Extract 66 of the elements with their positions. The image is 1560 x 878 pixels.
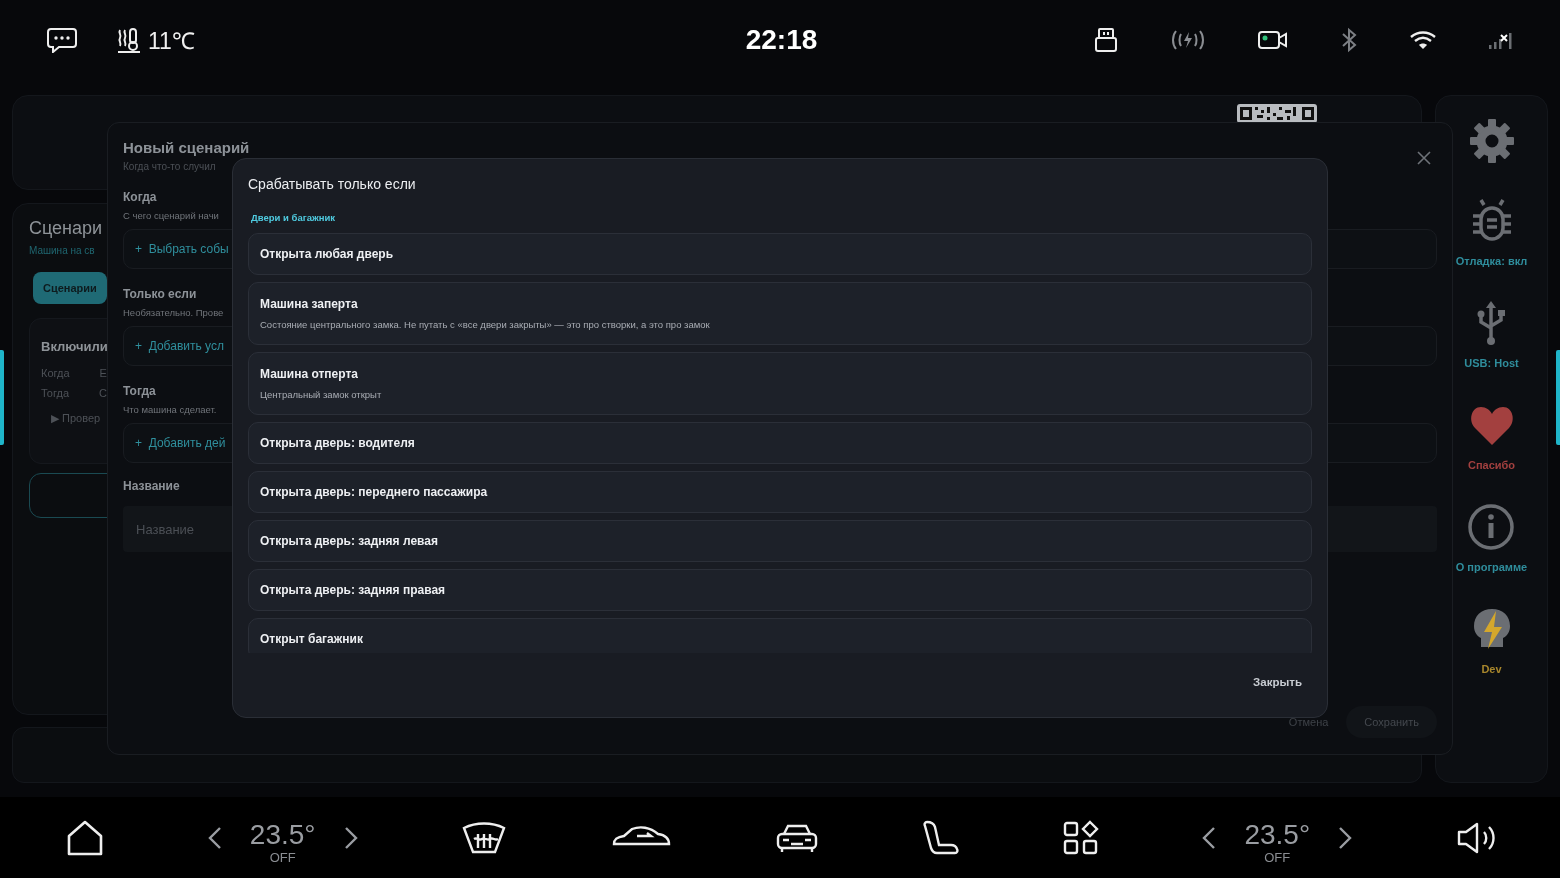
wifi-icon xyxy=(1410,30,1436,50)
condition-option[interactable]: Машина заперта Состояние центрального замка. Не путать с «все двери закрыты» — это про створки, а это про замок xyxy=(248,282,1312,345)
chat-icon[interactable] xyxy=(47,27,77,53)
condition-option[interactable]: Открыта дверь: водителя xyxy=(248,422,1312,464)
climate-mode: OFF xyxy=(269,850,296,865)
wireless-charging-icon xyxy=(1170,29,1206,51)
condition-option[interactable]: Открыта дверь: задняя левая xyxy=(248,520,1312,562)
climate-mode: OFF xyxy=(1264,850,1291,865)
condition-option[interactable]: Открыта любая дверь xyxy=(248,233,1312,275)
chevron-right-icon[interactable] xyxy=(343,825,358,850)
condition-option[interactable]: Открыт багажник xyxy=(248,618,1312,653)
condition-option[interactable]: Открыта дверь: переднего пассажира xyxy=(248,471,1312,513)
defrost-icon[interactable] xyxy=(461,821,508,854)
option-title: Открыта дверь: задняя правая xyxy=(260,583,446,597)
chevron-right-icon[interactable] xyxy=(1338,825,1353,850)
scenario-title: Включили xyxy=(41,339,108,354)
chevron-left-icon[interactable] xyxy=(1202,825,1217,850)
close-icon[interactable] xyxy=(1417,151,1431,165)
option-description: Центральный замок открыт xyxy=(260,389,382,400)
close-button[interactable]: Закрыть xyxy=(1243,668,1312,696)
temperature-value: 23.5° xyxy=(249,820,316,850)
chevron-left-icon[interactable] xyxy=(207,825,222,850)
dialog-subtitle: Когда что-то случил xyxy=(123,161,216,172)
usb-drive-icon xyxy=(1094,27,1118,53)
sidebar-label[interactable]: О программе xyxy=(1455,561,1528,573)
section-hint: Необязательно. Прове xyxy=(123,307,224,318)
option-title: Открыта дверь: переднего пассажира xyxy=(260,485,488,499)
camera-icon xyxy=(1258,29,1288,51)
option-title: Открыта любая дверь xyxy=(260,247,394,261)
bluetooth-icon xyxy=(1340,27,1358,53)
group-heading: Двери и багажник xyxy=(251,212,335,223)
section-title: Тогда xyxy=(123,384,156,398)
row-label: Когда xyxy=(41,367,70,379)
option-title: Открыта дверь: водителя xyxy=(260,436,415,450)
dialog-title: Новый сценарий xyxy=(123,139,250,156)
row-value: С xyxy=(99,387,107,399)
outside-temperature: 11℃ xyxy=(148,27,195,56)
option-title: Машина заперта xyxy=(260,297,358,311)
volume-icon[interactable] xyxy=(1455,820,1498,855)
section-title: Когда xyxy=(123,190,157,204)
section-hint: Что машина сделает. xyxy=(123,404,217,415)
section-hint: С чего сценарий начи xyxy=(123,210,219,221)
page-title: Сценари xyxy=(29,218,103,239)
section-title: Только если xyxy=(123,287,197,301)
option-title: Машина отперта xyxy=(260,367,358,381)
option-title: Открыта дверь: задняя левая xyxy=(260,534,438,548)
settings-icon[interactable] xyxy=(1467,117,1516,165)
condition-option[interactable]: Открыта дверь: задняя правая xyxy=(248,569,1312,611)
dialog-title: Срабатывать только если xyxy=(248,176,416,192)
option-description: Состояние центрального замка. Не путать с «все двери закрыты» — это про створки, а это про замок xyxy=(260,319,710,330)
row-value: Е xyxy=(99,367,107,379)
apps-icon[interactable] xyxy=(1062,819,1099,856)
option-title: Открыт багажник xyxy=(260,632,363,646)
temperature-value: 23.5° xyxy=(1244,820,1311,850)
field-label: Название xyxy=(123,479,180,493)
sidebar-label[interactable]: Dev xyxy=(1481,663,1502,675)
page-subtitle: Машина на св xyxy=(29,245,95,256)
row-label: Тогда xyxy=(41,387,70,399)
sidebar-label[interactable]: USB: Host xyxy=(1464,357,1519,369)
seat-heating-icon[interactable] xyxy=(117,27,141,53)
info-icon[interactable] xyxy=(1467,503,1516,551)
condition-option[interactable]: Машина отперта Центральный замок открыт xyxy=(248,352,1312,415)
seat-icon[interactable] xyxy=(922,819,959,856)
home-icon[interactable] xyxy=(66,818,104,857)
sidebar-label[interactable]: Отладка: вкл xyxy=(1455,255,1528,267)
clock-time: 22:18 xyxy=(745,24,818,56)
